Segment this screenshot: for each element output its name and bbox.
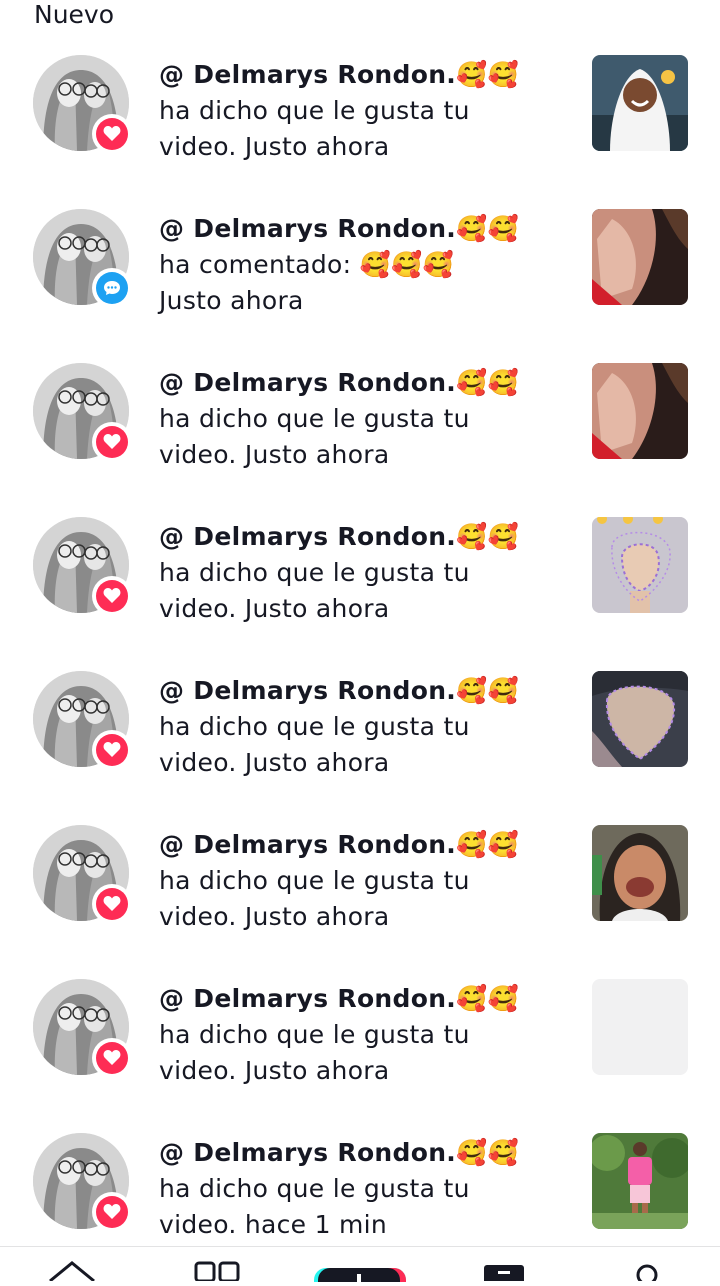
video-thumbnail[interactable] [592,1133,688,1229]
bottom-tab-bar [0,1246,720,1286]
like-badge [92,422,132,462]
notification-item[interactable]: @ Delmarys Rondon.🥰🥰 ha dicho que le gus… [0,824,720,978]
notification-text: @ Delmarys Rondon.🥰🥰 ha dicho que le gus… [159,57,579,165]
discover-icon[interactable] [194,1261,240,1285]
like-badge [92,114,132,154]
username[interactable]: @ Delmarys Rondon.🥰🥰 [159,827,579,863]
notification-message: ha dicho que le gusta tu [159,712,470,741]
notification-time: video. Justo ahora [159,1056,390,1085]
inbox-icon[interactable] [484,1265,524,1286]
notification-item[interactable]: @ Delmarys Rondon.🥰🥰 ha dicho que le gus… [0,670,720,824]
notification-time: Justo ahora [159,286,304,315]
username[interactable]: @ Delmarys Rondon.🥰🥰 [159,673,579,709]
notification-item[interactable]: @ Delmarys Rondon.🥰🥰 ha dicho que le gus… [0,516,720,670]
profile-icon[interactable] [634,1263,660,1286]
notification-item[interactable]: @ Delmarys Rondon.🥰🥰 ha dicho que le gus… [0,362,720,516]
notification-message: ha dicho que le gusta tu [159,1020,470,1049]
like-badge [92,730,132,770]
video-thumbnail[interactable] [592,55,688,151]
heart-icon [96,1042,128,1074]
notification-time: video. Justo ahora [159,594,390,623]
notification-text: @ Delmarys Rondon.🥰🥰 ha dicho que le gus… [159,673,579,781]
notification-text: @ Delmarys Rondon.🥰🥰 ha dicho que le gus… [159,827,579,935]
video-thumbnail-placeholder[interactable] [592,979,688,1075]
heart-icon [96,580,128,612]
heart-icon [96,734,128,766]
notification-item[interactable]: @ Delmarys Rondon.🥰🥰 ha comentado: 🥰🥰🥰 J… [0,208,720,362]
notification-message: ha dicho que le gusta tu [159,558,470,587]
notification-text: @ Delmarys Rondon.🥰🥰 ha dicho que le gus… [159,365,579,473]
notification-message: ha dicho que le gusta tu [159,404,470,433]
notification-item[interactable]: @ Delmarys Rondon.🥰🥰 ha dicho que le gus… [0,978,720,1132]
like-badge [92,1192,132,1232]
comment-badge [92,268,132,308]
like-badge [92,884,132,924]
heart-icon [96,426,128,458]
video-thumbnail[interactable] [592,671,688,767]
heart-icon [96,1196,128,1228]
heart-icon [96,888,128,920]
notification-message: ha dicho que le gusta tu [159,96,470,125]
notification-text: @ Delmarys Rondon.🥰🥰 ha dicho que le gus… [159,519,579,627]
create-icon[interactable] [314,1267,406,1286]
notification-message: ha dicho que le gusta tu [159,1174,470,1203]
heart-icon [96,118,128,150]
notification-message: ha dicho que le gusta tu [159,866,470,895]
video-thumbnail[interactable] [592,209,688,305]
username[interactable]: @ Delmarys Rondon.🥰🥰 [159,519,579,555]
notification-message: ha comentado: 🥰🥰🥰 [159,250,454,279]
notification-time: video. Justo ahora [159,902,390,931]
notification-item[interactable]: @ Delmarys Rondon.🥰🥰 ha dicho que le gus… [0,54,720,208]
notification-text: @ Delmarys Rondon.🥰🥰 ha comentado: 🥰🥰🥰 J… [159,211,579,319]
username[interactable]: @ Delmarys Rondon.🥰🥰 [159,57,579,93]
notification-list: @ Delmarys Rondon.🥰🥰 ha dicho que le gus… [0,54,720,1286]
home-icon[interactable] [48,1261,96,1285]
notification-time: video. Justo ahora [159,440,390,469]
video-thumbnail[interactable] [592,363,688,459]
like-badge [92,576,132,616]
username[interactable]: @ Delmarys Rondon.🥰🥰 [159,981,579,1017]
notification-time: video. Justo ahora [159,748,390,777]
notification-time: video. Justo ahora [159,132,390,161]
video-thumbnail[interactable] [592,517,688,613]
notification-text: @ Delmarys Rondon.🥰🥰 ha dicho que le gus… [159,981,579,1089]
video-thumbnail[interactable] [592,825,688,921]
username[interactable]: @ Delmarys Rondon.🥰🥰 [159,211,579,247]
notification-time: video. hace 1 min [159,1210,388,1239]
section-title: Nuevo [34,0,115,29]
username[interactable]: @ Delmarys Rondon.🥰🥰 [159,365,579,401]
username[interactable]: @ Delmarys Rondon.🥰🥰 [159,1135,579,1171]
comment-icon [96,272,128,304]
like-badge [92,1038,132,1078]
notification-text: @ Delmarys Rondon.🥰🥰 ha dicho que le gus… [159,1135,579,1243]
